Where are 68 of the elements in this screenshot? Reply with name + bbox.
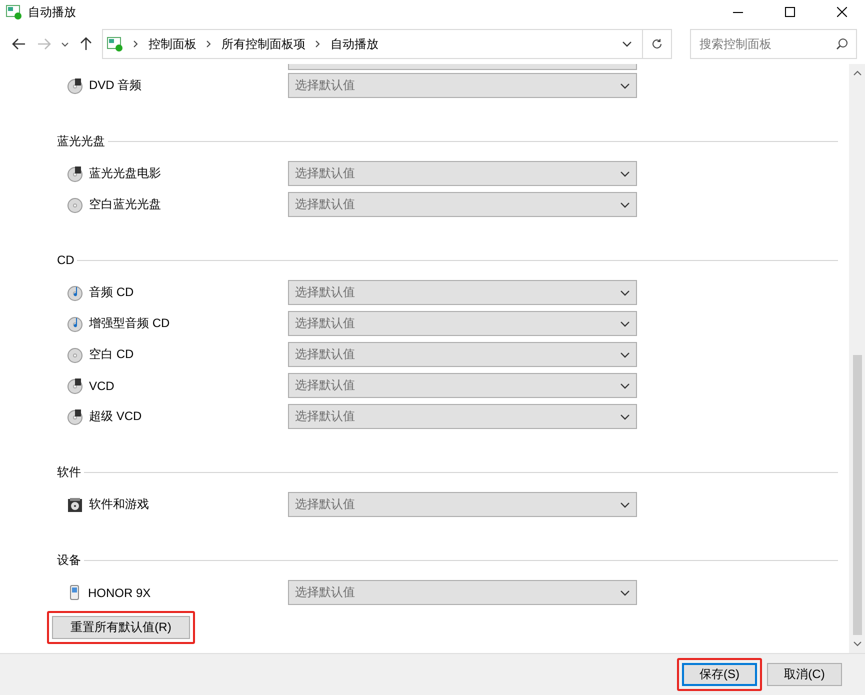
action-dropdown[interactable]: 选择默认值 [288,280,637,305]
reset-defaults-button[interactable]: 重置所有默认值(R) [52,616,190,639]
media-type-label: 软件和游戏 [89,496,149,513]
cancel-button[interactable]: 取消(C) [767,663,842,686]
media-type-label: 增强型音频 CD [89,315,170,332]
film-disc-icon [67,408,83,424]
action-dropdown[interactable]: 选择默认值 [288,73,637,98]
phone-icon [70,585,79,600]
breadcrumb-link[interactable]: 所有控制面板项 [217,36,310,52]
caret-icon [620,414,630,420]
caret-icon [620,82,630,88]
action-dropdown[interactable]: 选择默认值 [288,192,637,217]
media-type-label: 空白 CD [89,346,134,363]
software-box-icon [67,496,83,512]
action-dropdown[interactable]: 选择默认值 [288,342,637,367]
search-icon [836,38,848,50]
caret-icon [620,170,630,176]
control-panel-icon [107,36,124,52]
caret-icon [620,202,630,208]
caret-icon [620,352,630,358]
close-icon[interactable] [837,7,847,17]
film-disc-icon [67,166,83,182]
address-bar[interactable]: 控制面板 所有控制面板项 自动播放 [102,29,672,59]
refresh-icon[interactable] [651,38,664,50]
search-field[interactable]: 搜索控制面板 [690,29,857,59]
up-arrow-icon[interactable] [80,37,92,51]
section-heading: 设备 [57,552,81,568]
caret-icon [620,290,630,296]
scroll-down-icon[interactable] [852,641,862,647]
window-title: 自动播放 [28,4,77,20]
chevron-icon [133,40,138,48]
action-dropdown[interactable]: 选择默认值 [288,580,637,605]
chevron-icon [206,40,212,48]
caret-icon[interactable] [60,42,69,46]
media-type-label: 音频 CD [89,284,134,301]
disc-icon [67,346,83,362]
caret-icon [620,382,630,388]
film-disc-icon [67,378,83,394]
disc-icon [67,196,83,212]
caret-icon [620,320,630,326]
music-disc-icon [67,316,83,332]
film-disc-icon [67,78,83,94]
media-type-label: DVD 音频 [89,77,142,94]
section-heading: 软件 [57,464,81,480]
chevron-icon [315,40,320,48]
section-heading: 蓝光光盘 [57,132,105,150]
media-type-label: HONOR 9X [88,586,151,600]
caret-icon [620,502,630,508]
save-button[interactable]: 保存(S) [682,663,757,686]
maximize-icon[interactable] [785,7,795,17]
breadcrumb-link[interactable]: 自动播放 [326,36,382,52]
breadcrumb-link[interactable]: 控制面板 [144,36,200,52]
media-type-label: 空白蓝光光盘 [89,196,161,213]
media-type-label: 超级 VCD [89,408,142,425]
action-dropdown[interactable]: 选择默认值 [288,311,637,336]
action-dropdown[interactable]: 选择默认值 [288,373,637,398]
dropdown-caret-icon[interactable] [622,41,632,47]
app-icon [6,4,22,20]
media-type-label: 蓝光光盘电影 [89,165,161,182]
media-type-label: VCD [89,378,114,392]
caret-icon [620,590,630,596]
scroll-up-icon[interactable] [852,70,862,76]
action-dropdown[interactable]: 选择默认值 [288,492,637,517]
action-dropdown[interactable]: 选择默认值 [288,404,637,429]
back-arrow-icon[interactable] [12,38,26,50]
action-dropdown[interactable]: 选择默认值 [288,161,637,186]
section-heading: CD [57,253,74,267]
music-disc-icon [67,284,83,300]
